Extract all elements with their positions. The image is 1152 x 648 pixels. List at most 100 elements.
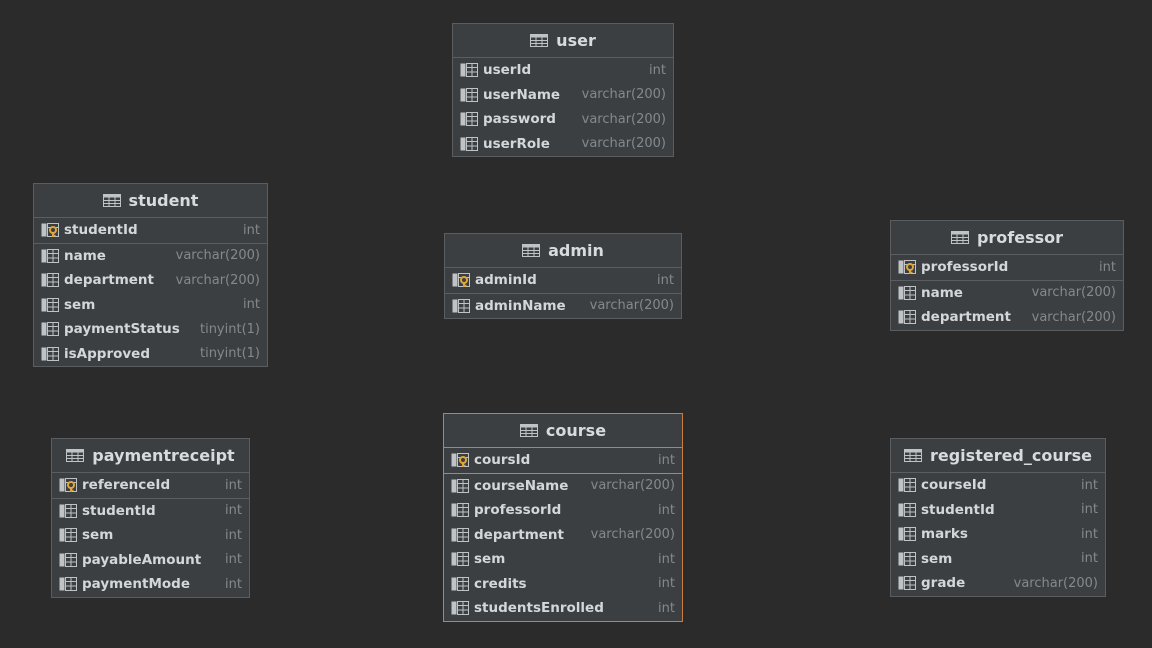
column-row[interactable]: studentId int [34, 218, 267, 243]
column-name: userName [483, 86, 561, 103]
column-row[interactable]: paymentStatus tinyint(1) [34, 317, 267, 342]
column-row[interactable]: userId int [453, 58, 673, 83]
column-type: varchar(200) [581, 87, 666, 103]
column-type: varchar(200) [590, 527, 675, 543]
column-row[interactable]: sem int [52, 523, 249, 548]
table-admin[interactable]: admin adminId int adminName varchar(200) [444, 233, 682, 319]
column-name: department [474, 526, 564, 543]
column-icon [460, 112, 478, 127]
column-row[interactable]: coursId int [444, 448, 682, 473]
column-list: userId int userName varchar(200) password var… [453, 58, 673, 156]
table-course[interactable]: course coursId int courseName varchar(200)… [443, 413, 683, 622]
column-row[interactable]: paymentMode int [52, 572, 249, 597]
column-row[interactable]: department varchar(200) [891, 305, 1123, 330]
column-row[interactable]: name varchar(200) [891, 281, 1123, 306]
column-icon [59, 503, 77, 518]
table-name: student [128, 191, 199, 210]
column-row[interactable]: marks int [891, 522, 1105, 547]
column-icon [898, 576, 916, 591]
column-icon [898, 502, 916, 517]
column-row[interactable]: userName varchar(200) [453, 83, 673, 108]
column-icon [41, 297, 59, 312]
column-row[interactable]: referenceId int [52, 473, 249, 498]
column-row[interactable]: password varchar(200) [453, 107, 673, 132]
column-type: int [225, 503, 242, 519]
column-list: courseId int studentId int marks int sem int gra… [891, 473, 1105, 596]
table-header[interactable]: registered_course [891, 439, 1105, 473]
table-icon [903, 449, 922, 462]
column-icon [451, 503, 469, 518]
column-icon [460, 63, 478, 78]
column-row[interactable]: department varchar(200) [444, 523, 682, 548]
column-name: professorId [921, 259, 1009, 276]
table-header[interactable]: student [34, 184, 267, 218]
column-type: int [225, 527, 242, 543]
column-row[interactable]: credits int [444, 572, 682, 597]
column-row[interactable]: courseName varchar(200) [444, 474, 682, 499]
column-name: studentId [921, 501, 995, 518]
column-row[interactable]: sem int [891, 547, 1105, 572]
column-name: grade [921, 575, 966, 592]
column-name: name [64, 247, 106, 264]
column-row[interactable]: studentId int [891, 498, 1105, 523]
column-type: int [658, 551, 675, 567]
column-icon [451, 576, 469, 591]
column-icon [898, 551, 916, 566]
column-row[interactable]: sem int [444, 547, 682, 572]
primary-key-section: studentId int [34, 218, 267, 244]
column-list: courseName varchar(200) professorId int depa… [444, 474, 682, 621]
column-type: int [1081, 526, 1098, 542]
column-name: studentId [64, 222, 138, 239]
table-paymentreceipt[interactable]: paymentreceipt referenceId int studentId i… [51, 438, 250, 598]
column-row[interactable]: department varchar(200) [34, 268, 267, 293]
column-type: int [658, 576, 675, 592]
primary-key-icon [451, 453, 469, 468]
column-type: varchar(200) [589, 298, 674, 314]
primary-key-section: coursId int [444, 448, 682, 474]
table-header[interactable]: admin [445, 234, 681, 268]
column-type: varchar(200) [175, 272, 260, 288]
primary-key-section: professorId int [891, 255, 1123, 281]
column-row[interactable]: payableAmount int [52, 548, 249, 573]
column-name: isApproved [64, 345, 150, 362]
column-row[interactable]: adminId int [445, 268, 681, 293]
column-type: int [658, 502, 675, 518]
column-row[interactable]: sem int [34, 293, 267, 318]
column-type: int [225, 576, 242, 592]
table-header[interactable]: paymentreceipt [52, 439, 249, 473]
column-row[interactable]: name varchar(200) [34, 244, 267, 269]
column-row[interactable]: adminName varchar(200) [445, 294, 681, 319]
column-row[interactable]: courseId int [891, 473, 1105, 498]
column-name: department [921, 309, 1011, 326]
column-row[interactable]: professorId int [444, 498, 682, 523]
table-header[interactable]: course [444, 414, 682, 448]
column-row[interactable]: studentsEnrolled int [444, 596, 682, 621]
primary-key-icon [41, 223, 59, 238]
column-type: int [225, 552, 242, 568]
column-name: payableAmount [82, 551, 202, 568]
primary-key-section: adminId int [445, 268, 681, 294]
column-icon [460, 87, 478, 102]
column-row[interactable]: professorId int [891, 255, 1123, 280]
column-type: tinyint(1) [199, 321, 260, 337]
table-icon [519, 424, 538, 437]
table-student[interactable]: student studentId int name varchar(200) dep… [33, 183, 268, 367]
column-type: int [1081, 551, 1098, 567]
column-row[interactable]: isApproved tinyint(1) [34, 342, 267, 367]
table-icon [66, 449, 85, 462]
table-header[interactable]: user [453, 24, 673, 58]
column-name: referenceId [82, 477, 171, 494]
table-user[interactable]: user userId int userName varchar(200) passwo… [452, 23, 674, 157]
table-professor[interactable]: professor professorId int name varchar(200… [890, 220, 1124, 331]
table-name: professor [976, 228, 1064, 247]
column-row[interactable]: grade varchar(200) [891, 571, 1105, 596]
column-row[interactable]: userRole varchar(200) [453, 132, 673, 157]
column-type: varchar(200) [581, 136, 666, 152]
column-name: paymentMode [82, 576, 190, 593]
table-registered-course[interactable]: registered_course courseId int studentId in… [890, 438, 1106, 597]
column-type: int [243, 297, 260, 313]
column-name: courseName [474, 477, 569, 494]
column-row[interactable]: studentId int [52, 499, 249, 524]
table-header[interactable]: professor [891, 221, 1123, 255]
column-name: studentId [82, 502, 156, 519]
